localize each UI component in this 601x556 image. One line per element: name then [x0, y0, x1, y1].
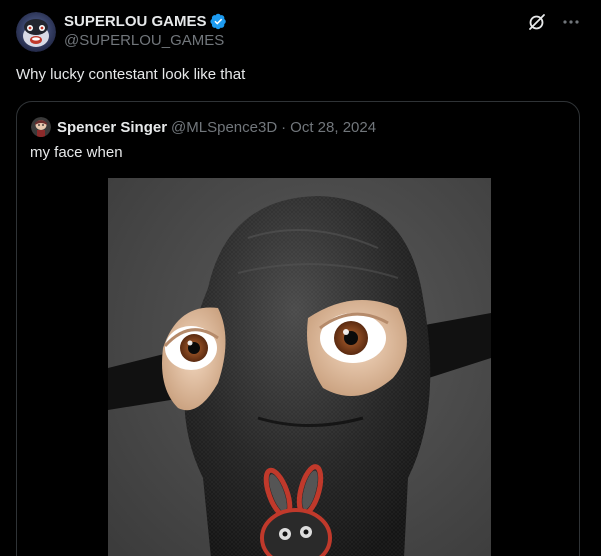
tweet: SUPERLOU GAMES @SUPERLOU_GAMES Why lucky… [0, 0, 601, 556]
verified-badge-icon[interactable] [209, 13, 227, 30]
quoted-separator: · [281, 118, 287, 136]
quoted-author-avatar[interactable] [31, 117, 51, 137]
author-info: SUPERLOU GAMES @SUPERLOU_GAMES [64, 12, 227, 49]
quoted-author-handle[interactable]: @MLSpence3D [171, 119, 277, 136]
author-name-row: SUPERLOU GAMES [64, 12, 227, 30]
quoted-post-date[interactable]: Oct 28, 2024 [290, 119, 376, 136]
more-icon[interactable] [561, 12, 581, 32]
quoted-post-text: my face when [30, 144, 123, 161]
author-avatar[interactable] [16, 12, 56, 52]
quoted-author-name[interactable]: Spencer Singer [57, 119, 167, 136]
author-display-name[interactable]: SUPERLOU GAMES [64, 13, 207, 30]
post-text: Why lucky contestant look like that [16, 66, 246, 83]
quoted-post[interactable]: Spencer Singer @MLSpence3D · Oct 28, 202… [16, 101, 580, 556]
quoted-post-header: Spencer Singer @MLSpence3D · Oct 28, 202… [31, 116, 376, 138]
post-actions [527, 12, 581, 32]
quoted-post-image[interactable] [108, 178, 491, 556]
grok-icon[interactable] [527, 12, 547, 32]
author-handle[interactable]: @SUPERLOU_GAMES [64, 32, 227, 49]
